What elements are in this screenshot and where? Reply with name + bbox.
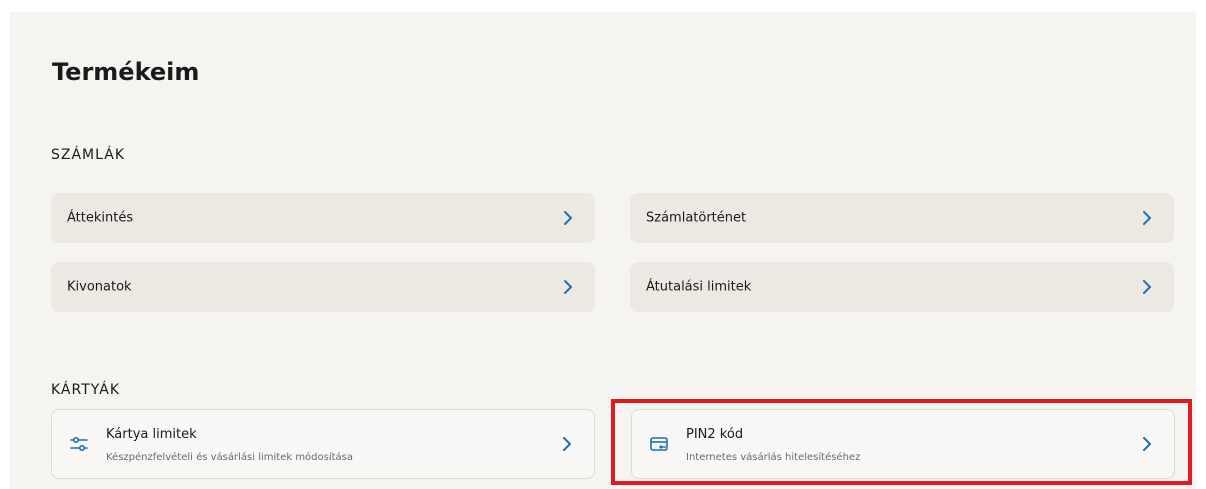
section-heading-cards: KÁRTYÁK — [51, 382, 120, 398]
overview-label: Áttekintés — [67, 210, 134, 226]
account-history-label: Számlatörténet — [646, 210, 747, 226]
chevron-right-icon — [1140, 210, 1154, 226]
transfer-limits-label: Átutalási limitek — [646, 279, 752, 295]
statements-label: Kivonatok — [67, 279, 132, 295]
transfer-limits-button[interactable]: Átutalási limitek — [630, 262, 1174, 312]
pin2-code-title: PIN2 kód — [686, 427, 744, 442]
section-heading-accounts: SZÁMLÁK — [51, 147, 126, 163]
pin2-code-subtitle: Internetes vásárlás hitelesítéséhez — [686, 452, 861, 463]
chevron-right-icon — [1140, 436, 1154, 452]
products-panel: Termékeim SZÁMLÁK Áttekintés Számlatörté… — [10, 12, 1196, 489]
sliders-icon — [70, 435, 88, 453]
card-limits-subtitle: Készpénzfelvételi és vásárlási limitek m… — [106, 452, 354, 463]
card-key-icon — [650, 435, 668, 453]
page-title: Termékeim — [52, 58, 200, 86]
account-history-button[interactable]: Számlatörténet — [630, 193, 1174, 243]
overview-button[interactable]: Áttekintés — [51, 193, 595, 243]
card-limits-title: Kártya limitek — [106, 427, 197, 442]
statements-button[interactable]: Kivonatok — [51, 262, 595, 312]
chevron-right-icon — [1140, 279, 1154, 295]
card-limits-button[interactable]: Kártya limitek Készpénzfelvételi és vásá… — [51, 409, 595, 479]
chevron-right-icon — [561, 279, 575, 295]
chevron-right-icon — [560, 436, 574, 452]
chevron-right-icon — [561, 210, 575, 226]
pin2-code-button[interactable]: PIN2 kód Internetes vásárlás hitelesítés… — [631, 409, 1175, 479]
